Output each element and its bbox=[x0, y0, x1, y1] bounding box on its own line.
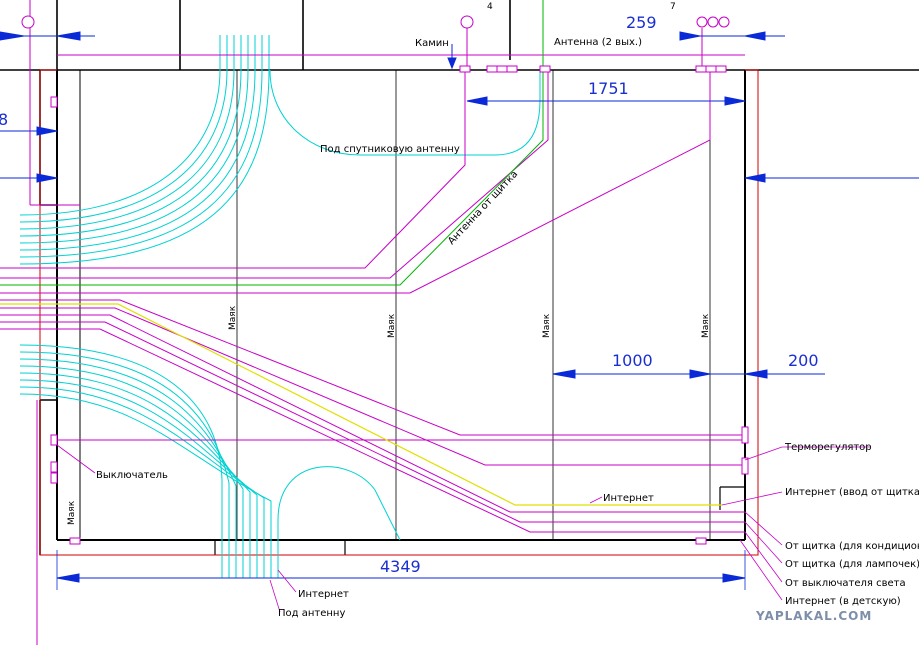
label-for-antenna: Под антенну bbox=[278, 608, 345, 619]
dim-4349: 4349 bbox=[380, 557, 421, 576]
upper-walls bbox=[0, 0, 919, 71]
beacon-label-5: Маяк bbox=[67, 500, 77, 525]
fireplace-pointer bbox=[447, 44, 457, 70]
watermark: YAPLAKAL.COM bbox=[755, 609, 872, 623]
red-contour bbox=[39, 69, 759, 556]
label-internet-input: Интернет (ввод от щитка) bbox=[785, 487, 919, 498]
antenna-cable bbox=[0, 0, 544, 286]
label-antenna-from-panel: Антенна от щитка bbox=[446, 169, 520, 247]
label-from-light-switch: От выключателя света bbox=[785, 578, 906, 589]
label-thermostat: Терморегулятор bbox=[784, 442, 872, 453]
label-internet-bottom: Интернет bbox=[298, 589, 349, 600]
label-from-panel-ac: От щитка (для кондиционе bbox=[785, 541, 919, 552]
beacon-label-3: Маяк bbox=[542, 313, 552, 338]
beacon-label-1: Маяк bbox=[228, 305, 238, 330]
dim-left: 8 bbox=[0, 110, 8, 129]
beacon-label-4: Маяк bbox=[701, 313, 711, 338]
magenta-cables bbox=[0, 0, 745, 645]
room-walls bbox=[39, 70, 746, 555]
dim-200: 200 bbox=[788, 351, 819, 370]
dimension-lines bbox=[0, 31, 919, 590]
label-fireplace: Камин bbox=[415, 38, 449, 49]
label-switch: Выключатель bbox=[96, 470, 168, 481]
dim-259: 259 bbox=[626, 13, 657, 32]
dim-1000: 1000 bbox=[612, 351, 653, 370]
marker-4: 4 bbox=[487, 2, 493, 12]
label-from-panel-lamps: От щитка (для лампочек) bbox=[785, 559, 919, 570]
marker-7: 7 bbox=[670, 2, 676, 12]
label-internet-mid: Интернет bbox=[603, 493, 654, 504]
label-satellite: Под спутниковую антенну bbox=[320, 144, 460, 155]
label-internet-child: Интернет (в детскую) bbox=[785, 596, 901, 607]
dim-1751: 1751 bbox=[588, 79, 629, 98]
floor-plan-drawing: Камин Антенна (2 вых.) Под спутниковую а… bbox=[0, 0, 919, 645]
beacon-label-2: Маяк bbox=[387, 313, 397, 338]
satellite-cable bbox=[269, 69, 541, 156]
label-antenna-two-out: Антенна (2 вых.) bbox=[554, 37, 642, 48]
